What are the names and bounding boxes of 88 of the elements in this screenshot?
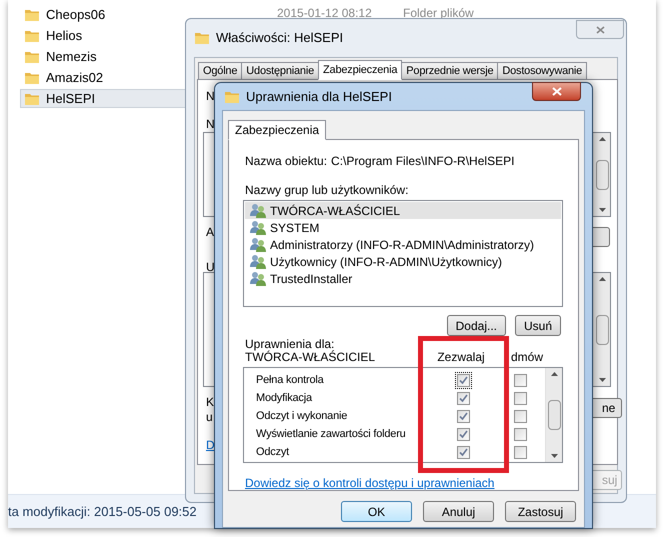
scrollbar[interactable] [545,368,562,462]
checkbox[interactable] [512,408,528,425]
folder-item[interactable]: Amazis02 [20,68,188,87]
column-header: Zezwalaj [437,351,485,364]
down-arrow-icon [598,378,606,382]
permission-name: Wyświetlanie zawartości folderu [256,428,407,440]
checkbox[interactable] [454,390,472,407]
users-icon [250,203,266,218]
down-arrow-icon [550,454,558,458]
folder-icon [194,30,210,46]
checkbox[interactable] [512,444,528,461]
close-button[interactable] [532,82,581,101]
group-item[interactable]: Administratorzy (INFO-R-ADMIN\Administratorzy) [245,236,561,253]
close-icon [596,26,604,34]
status-text: ta modyfikacji: 2015-05-05 09:52 [8,502,197,521]
link-text[interactable]: D [206,438,215,452]
tab[interactable]: Dostosowywanie [497,62,588,80]
up-arrow-icon [598,277,606,281]
tab[interactable]: Poprzednie wersje [401,62,498,80]
label-text: N [206,89,215,103]
folder-item[interactable]: HelSEPI [20,89,188,108]
group-name: Użytkownicy (INFO-R-ADMIN\Użytkownicy) [270,256,502,268]
group-name: TWÓRCA-WŁAŚCICIEL [270,204,400,216]
permission-name: Odczyt [256,446,290,458]
object-label: Nazwa obiektu: [245,153,328,169]
folder-item[interactable]: Helios [20,26,188,45]
up-arrow-icon [598,137,606,141]
scroll-thumb[interactable] [596,160,608,190]
remove-button[interactable]: Usuń [514,315,561,336]
folder-item[interactable]: Cheops06 [20,5,188,24]
group-item[interactable]: TrustedInstaller [245,270,561,287]
advanced-button[interactable]: ne [590,398,622,418]
group-name: Administratorzy (INFO-R-ADMIN\Administratorzy) [270,238,534,250]
permission-name: Modyfikacja [256,392,314,404]
users-icon [250,271,266,286]
group-item[interactable]: SYSTEM [245,219,561,236]
group-name: SYSTEM [270,222,320,234]
scrollbar[interactable] [593,273,610,386]
column-header: dmów [511,351,544,364]
add-button[interactable]: Dodaj... [446,315,506,336]
scrollbar[interactable] [593,133,610,216]
tab[interactable]: Udostępnianie [241,62,320,80]
checkbox[interactable] [454,426,472,443]
label-text: K [206,395,214,409]
checkbox[interactable] [454,444,472,461]
type-text: Folder plików [403,6,474,20]
dialog-button[interactable]: OK [341,501,412,522]
label-text: N [206,117,215,131]
permission-name: Pełna kontrola [256,374,325,386]
tab[interactable]: Ogólne [198,62,242,80]
dialog-button[interactable]: Anuluj [423,501,494,522]
label-text: U [206,260,215,274]
up-arrow-icon [550,372,558,376]
folder-name: HelSEPI [46,92,96,105]
folder-name: Nemezis [46,50,97,63]
date-text: 2015-01-12 08:12 [277,6,372,20]
permission-name: Odczyt i wykonanie [256,410,348,422]
groups-label: Nazwy grup lub użytkowników: [244,182,408,198]
tab[interactable]: Zabezpieczenia [228,120,326,140]
folder-name: Amazis02 [46,71,104,84]
permissions-for-label: Uprawnienia dla: [244,338,334,352]
label-text: A [206,225,214,239]
tab[interactable]: Zabezpieczenia [318,60,402,80]
help-link[interactable]: Dowiedz się o kontroli dostępu i uprawnieniach [243,476,494,490]
permissions-for-name: TWÓRCA-WŁAŚCICIEL [244,351,376,364]
group-item[interactable]: Użytkownicy (INFO-R-ADMIN\Użytkownicy) [245,253,561,270]
down-arrow-icon [598,208,606,212]
folder-name: Helios [46,29,82,42]
folder-name: Cheops06 [46,8,106,21]
dialog-title: Uprawnienia dla HelSEPI [246,88,392,106]
checkbox[interactable] [454,372,472,389]
users-icon [250,237,266,252]
folder-item[interactable]: Nemezis [20,47,188,66]
checkbox[interactable] [454,408,472,425]
users-icon [250,220,266,235]
checkbox[interactable] [512,426,528,443]
object-path: C:\Program Files\INFO-R\HelSEPI [331,153,514,169]
users-icon [250,254,266,269]
group-item[interactable]: TWÓRCA-WŁAŚCICIEL [245,202,561,219]
window-title: Właściwości: HelSEPI [216,29,344,48]
scroll-thumb[interactable] [596,314,608,344]
label-text: u [206,410,213,424]
close-icon [552,87,562,96]
checkbox[interactable] [512,372,528,389]
scroll-thumb[interactable] [548,400,560,430]
checkbox[interactable] [512,390,528,407]
group-name: TrustedInstaller [270,272,352,284]
dialog-button[interactable]: Zastosuj [505,501,576,522]
